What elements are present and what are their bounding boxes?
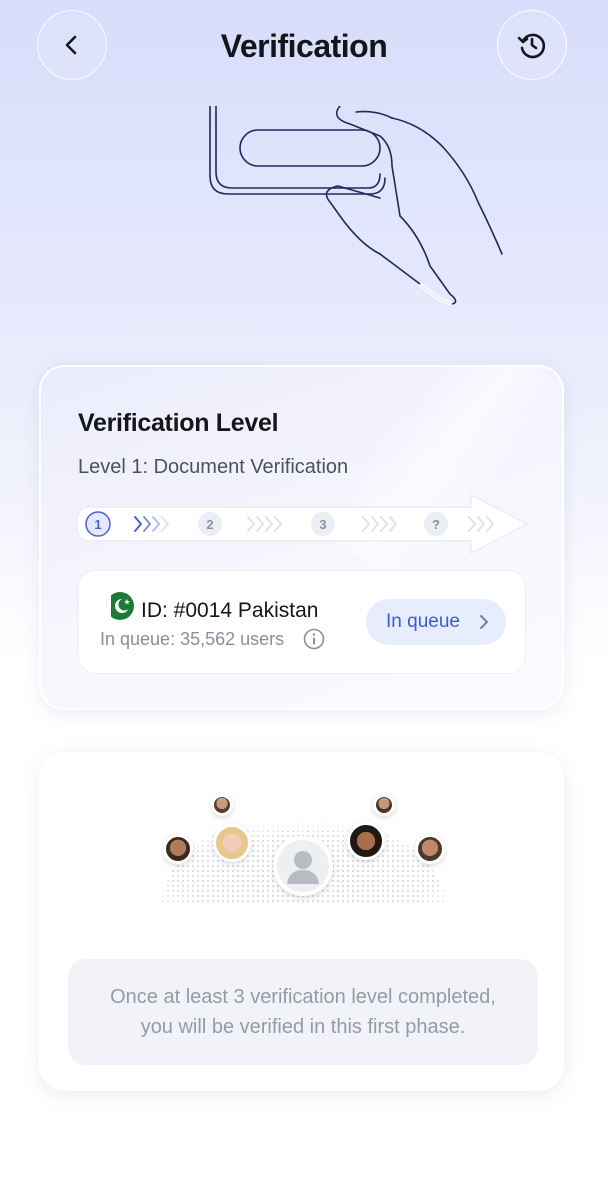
current-user-avatar (273, 836, 333, 896)
level-progress-track: 1 2 3 ? (77, 493, 529, 555)
user-avatar (373, 794, 395, 816)
queue-status-box: ID: #0014 Pakistan In queue: 35,562 user… (78, 570, 526, 674)
user-avatar (211, 794, 233, 816)
user-avatar (415, 834, 445, 864)
queue-count-label: In queue: 35,562 users (100, 629, 285, 649)
chevron-right-icon (480, 615, 488, 629)
user-avatar (163, 834, 193, 864)
pakistan-flag-icon (105, 592, 134, 620)
level-title: Verification Level (78, 409, 279, 437)
user-placeholder-icon (287, 851, 319, 884)
step-2-marker: 2 (198, 512, 222, 536)
in-queue-button-label: In queue (386, 611, 460, 632)
user-avatar (347, 822, 385, 860)
step-1-marker: 1 (85, 511, 111, 537)
step-3-marker: 3 (311, 512, 335, 536)
in-queue-button[interactable]: In queue (366, 599, 506, 645)
verification-notice: Once at least 3 verification level compl… (68, 959, 538, 1065)
step-4-marker: ? (424, 512, 448, 536)
history-icon (517, 33, 546, 59)
notice-line-1: Once at least 3 verification level compl… (110, 986, 496, 1008)
queue-id-label: ID: #0014 Pakistan (141, 599, 319, 622)
step-3-label: 3 (319, 517, 326, 532)
history-button[interactable] (497, 10, 567, 80)
step-4-label: ? (432, 517, 440, 532)
step-2-label: 2 (206, 517, 213, 532)
step-1-label: 1 (94, 517, 101, 532)
notice-line-2: you will be verified in this first phase… (140, 1016, 466, 1038)
verification-level-card: Verification Level Level 1: Document Ver… (39, 365, 564, 710)
header: Verification (0, 0, 608, 96)
level-subtitle: Level 1: Document Verification (78, 456, 349, 478)
hand-holding-card-illustration (209, 106, 503, 306)
info-icon[interactable] (303, 628, 325, 650)
verification-info-card: Once at least 3 verification level compl… (39, 752, 564, 1091)
card-shine (313, 367, 562, 597)
user-avatar (213, 824, 251, 862)
